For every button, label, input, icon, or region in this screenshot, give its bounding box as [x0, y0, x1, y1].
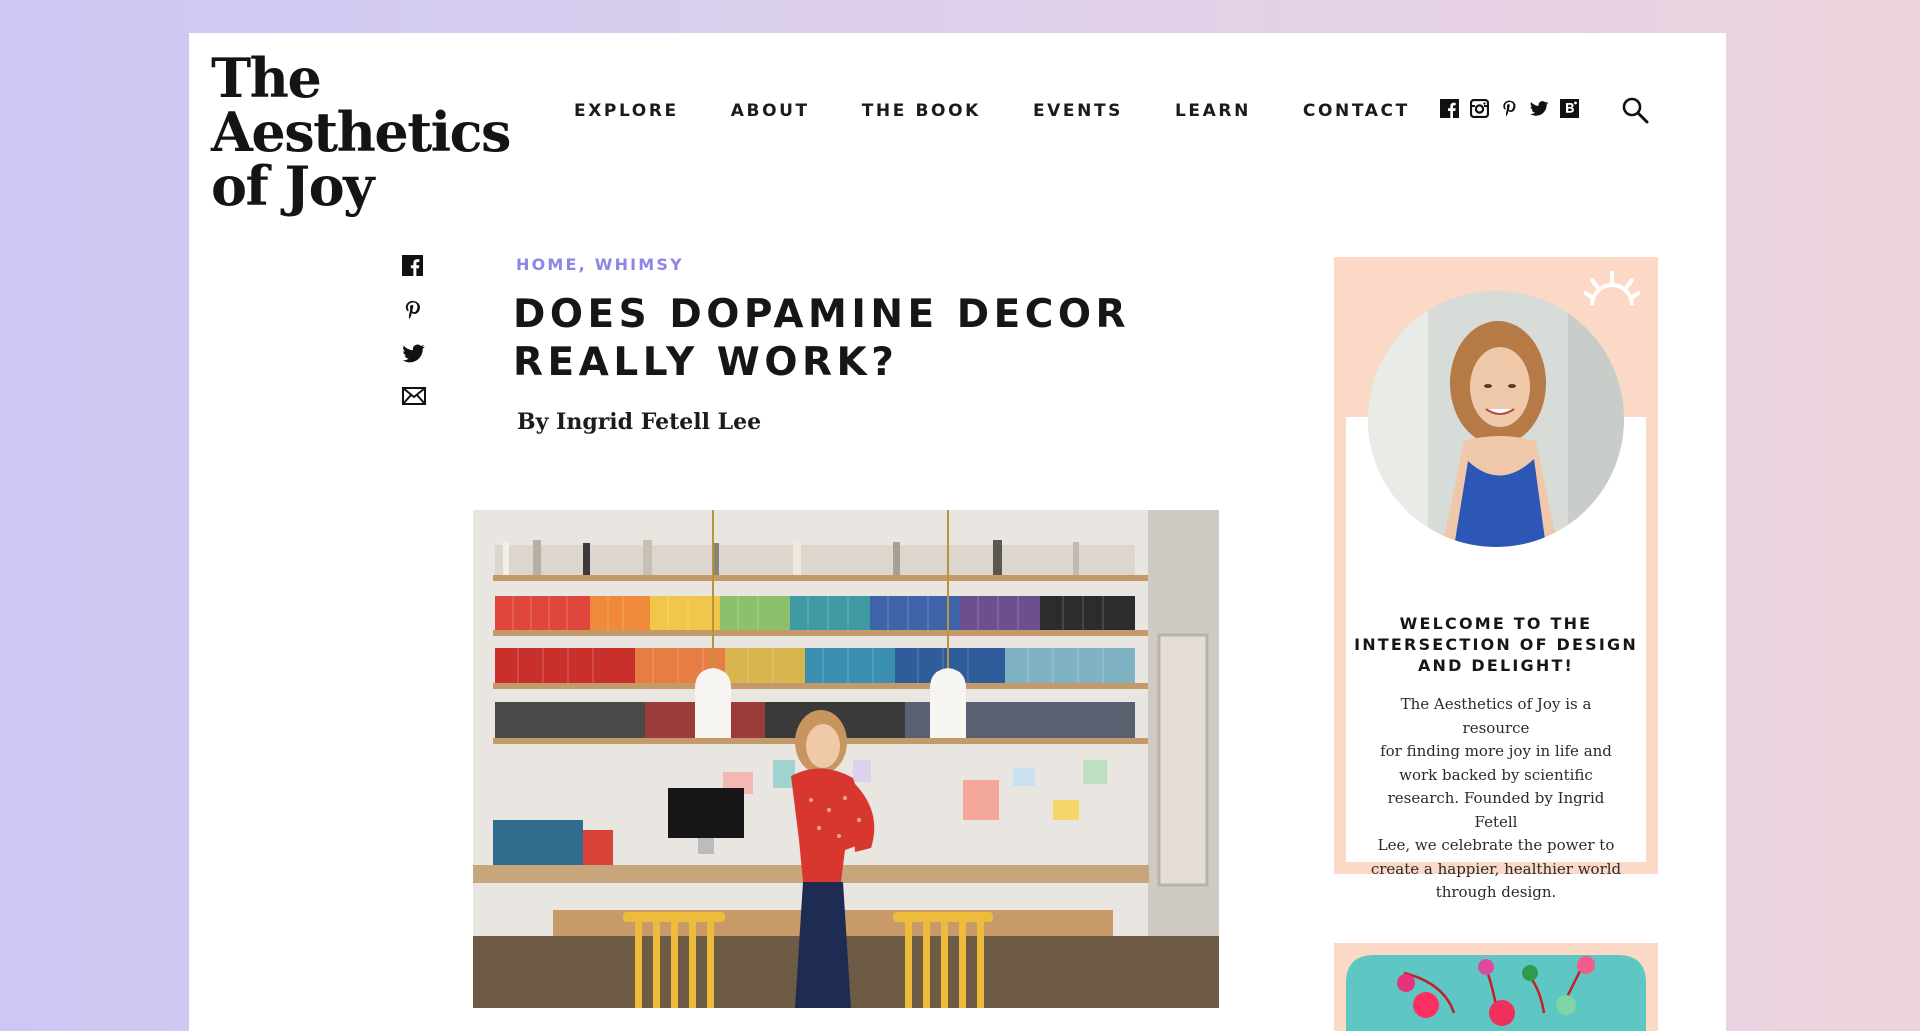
nav-about[interactable]: ABOUT — [731, 101, 810, 121]
about-line-5: Lee, we celebrate the power to — [1377, 836, 1615, 854]
page-container: The Aesthetics of Joy EXPLORE ABOUT THE … — [189, 33, 1726, 1031]
category-link-whimsy[interactable]: WHIMSY — [595, 255, 684, 274]
sun-logo-icon — [1583, 271, 1641, 306]
about-line-3: work backed by scientific — [1399, 765, 1593, 784]
facebook-icon[interactable] — [1440, 99, 1459, 118]
nav-explore[interactable]: EXPLORE — [574, 101, 679, 121]
welcome-line-1: WELCOME TO THE — [1399, 614, 1593, 633]
author-sidebar: WELCOME TO THE INTERSECTION OF DESIGN AN… — [1334, 257, 1658, 901]
nav-contact[interactable]: CONTACT — [1303, 101, 1410, 121]
author-portrait — [1368, 291, 1624, 547]
article-byline: By Ingrid Fetell Lee — [517, 409, 762, 435]
category-link-home[interactable]: HOME — [516, 255, 579, 274]
hero-illustration — [473, 510, 1219, 1008]
social-links — [1440, 99, 1579, 118]
about-line-4: research. Founded by Ingrid Fetell — [1387, 789, 1605, 831]
share-bar — [402, 255, 426, 411]
welcome-heading: WELCOME TO THE INTERSECTION OF DESIGN AN… — [1346, 613, 1646, 676]
about-blurb: The Aesthetics of Joy is a resource for … — [1366, 693, 1626, 905]
about-line-6: create a happier, healthier world — [1370, 859, 1622, 878]
share-facebook-icon[interactable] — [402, 255, 426, 279]
article-categories: HOME, WHIMSY — [516, 255, 684, 274]
welcome-line-2: INTERSECTION OF DESIGN — [1354, 635, 1638, 654]
about-line-2: for finding more joy in life and — [1380, 742, 1612, 760]
twitter-icon[interactable] — [1530, 99, 1549, 118]
hero-image — [473, 510, 1219, 1008]
nav-the-book[interactable]: THE BOOK — [862, 101, 981, 121]
site-logo[interactable]: The Aesthetics of Joy — [211, 46, 511, 218]
title-line-2: REALLY WORK? — [513, 340, 899, 385]
logo-line-2: Aesthetics — [211, 100, 511, 164]
category-separator: , — [578, 255, 595, 274]
about-line-1: The Aesthetics of Joy is a resource — [1400, 695, 1592, 737]
share-email-icon[interactable] — [402, 387, 426, 411]
sidebar-promo-image[interactable] — [1334, 943, 1658, 1031]
logo-line-3: of Joy — [211, 154, 374, 218]
bloglovin-icon[interactable] — [1560, 99, 1579, 118]
pinterest-icon[interactable] — [1500, 99, 1519, 118]
welcome-line-3: AND DELIGHT! — [1417, 656, 1575, 675]
search-icon[interactable] — [1621, 96, 1649, 124]
share-twitter-icon[interactable] — [402, 343, 426, 367]
title-line-1: DOES DOPAMINE DECOR — [513, 292, 1131, 337]
share-pinterest-icon[interactable] — [402, 299, 426, 323]
main-nav: EXPLORE ABOUT THE BOOK EVENTS LEARN CONT… — [574, 101, 1462, 121]
about-line-7: through design. — [1435, 883, 1557, 901]
article-title: DOES DOPAMINE DECOR REALLY WORK? — [513, 291, 1153, 387]
instagram-icon[interactable] — [1470, 99, 1489, 118]
logo-line-1: The — [211, 46, 322, 110]
nav-learn[interactable]: LEARN — [1175, 101, 1251, 121]
nav-events[interactable]: EVENTS — [1033, 101, 1123, 121]
